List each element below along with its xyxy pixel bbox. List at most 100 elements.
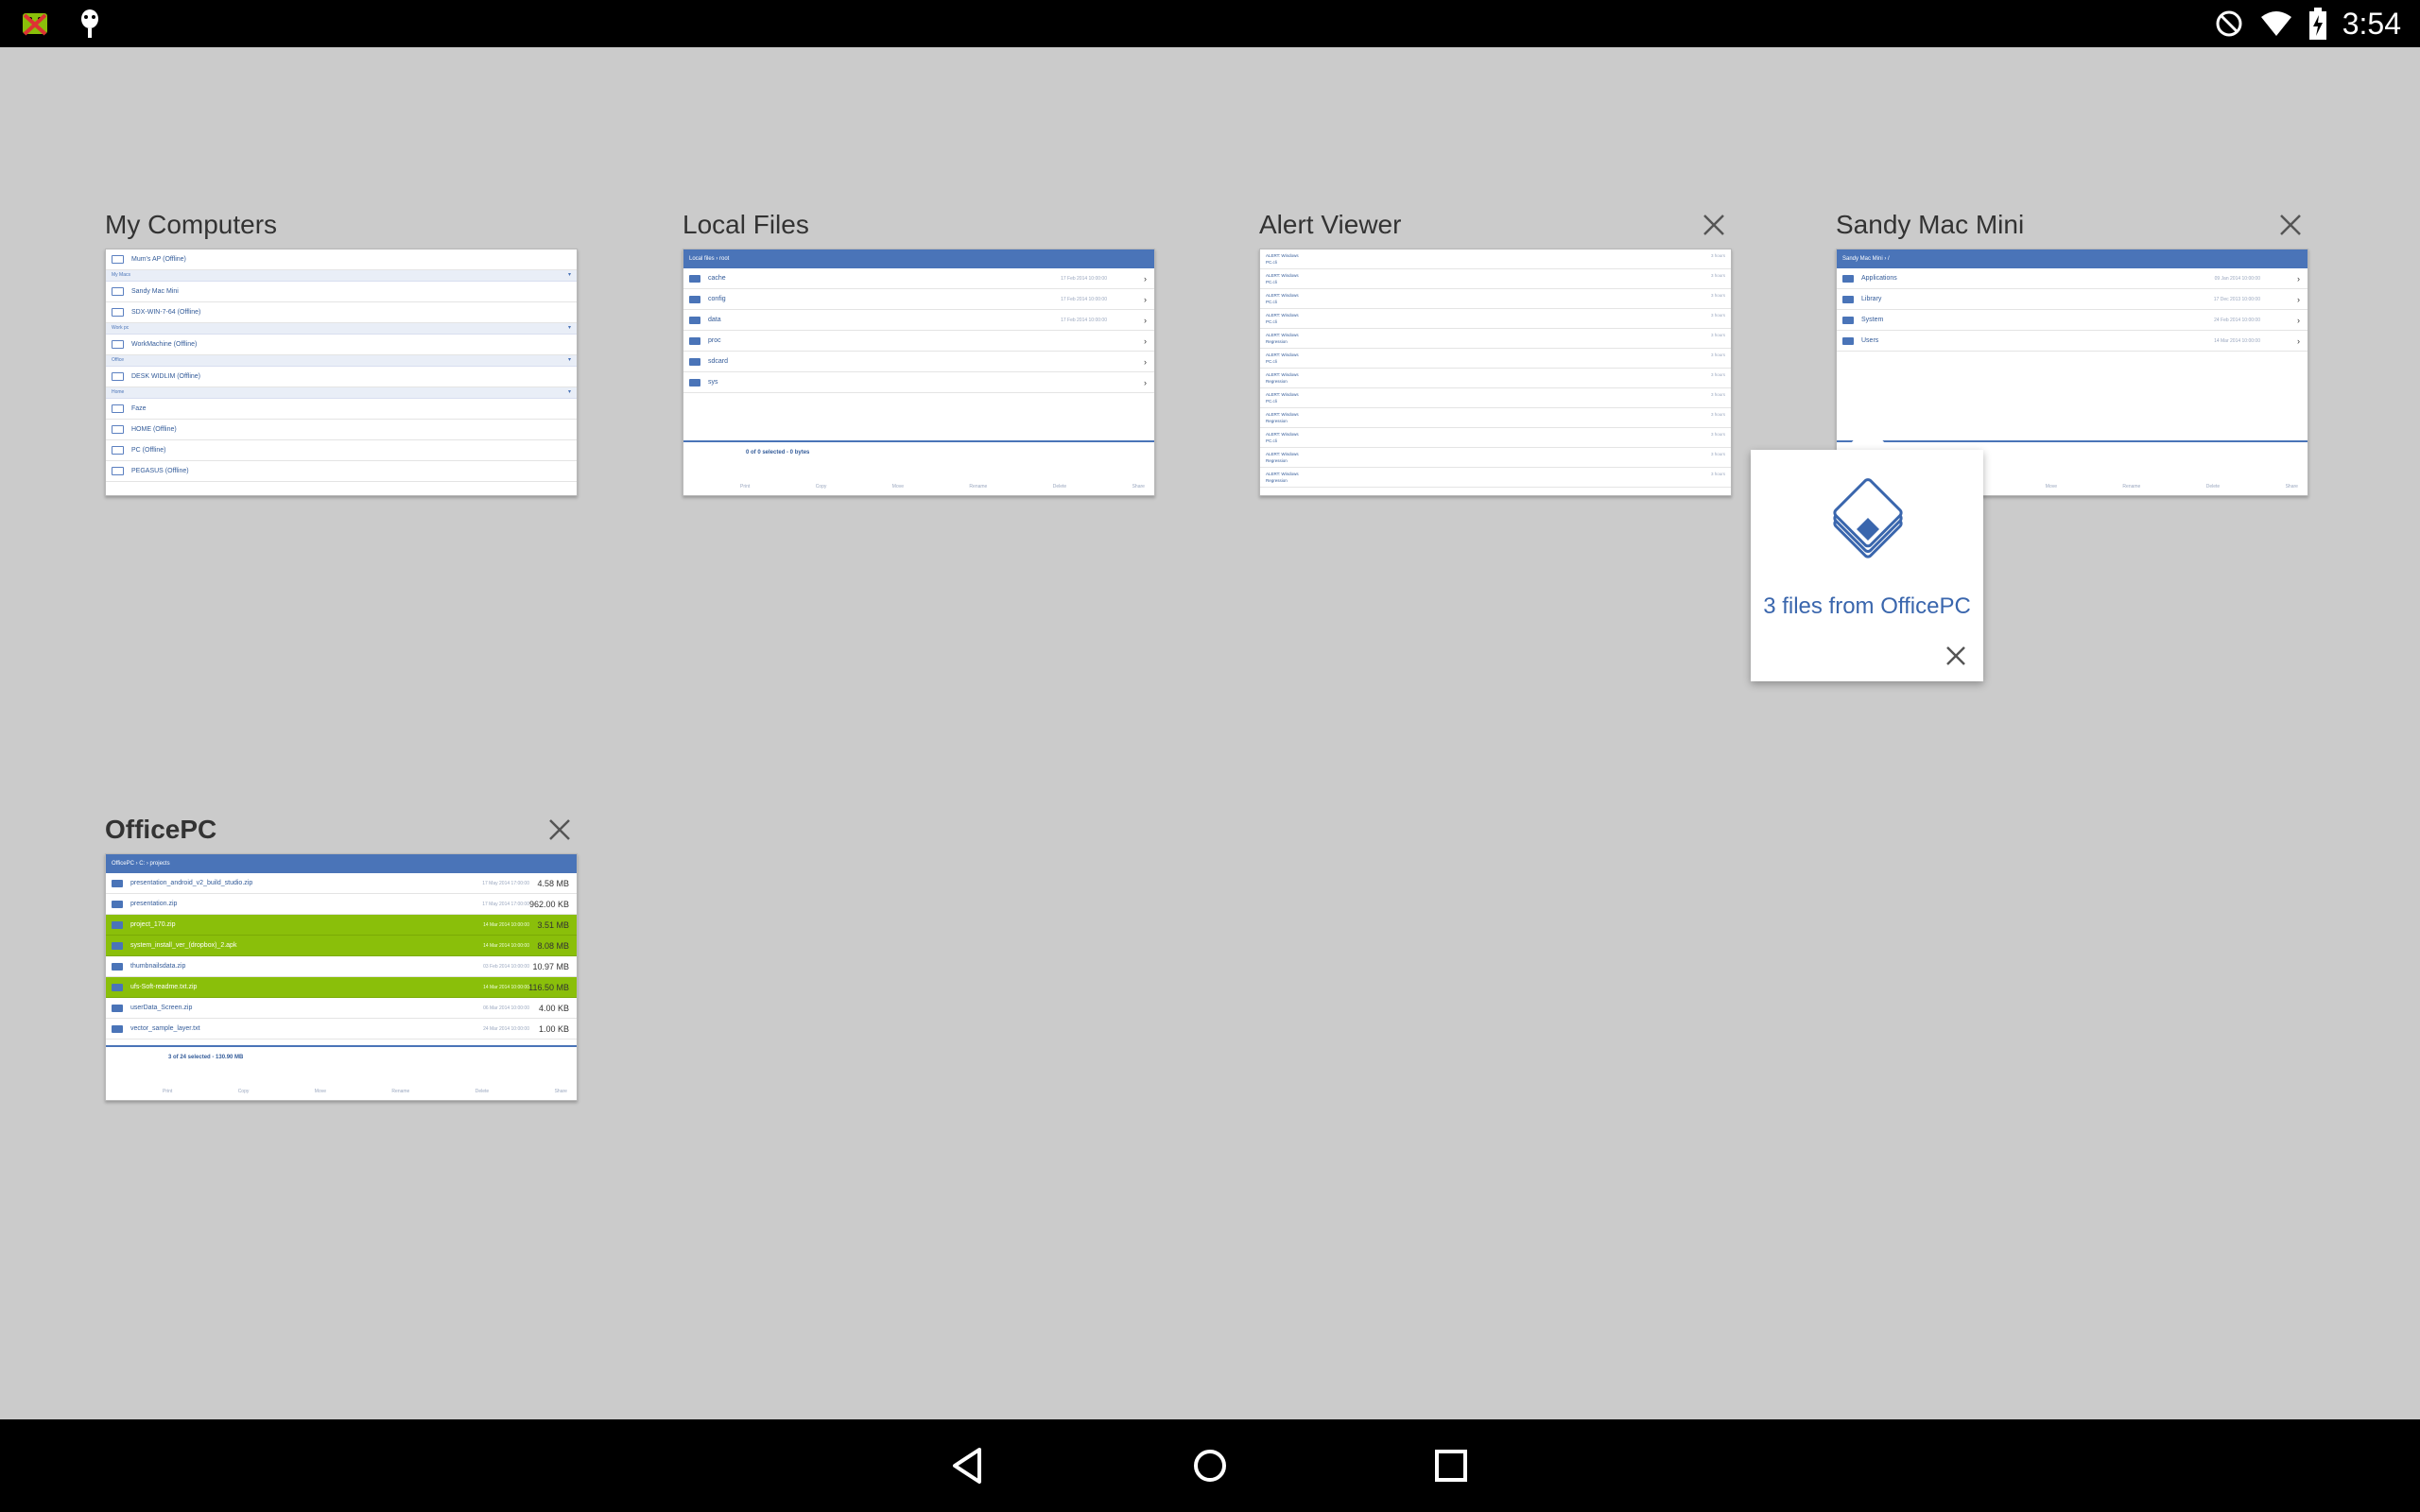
close-icon[interactable] <box>2276 211 2305 239</box>
app-thumbnail[interactable]: Local files › root cache 17 Feb 2014 10:00… <box>683 249 1155 496</box>
table-row[interactable]: sdcard › <box>683 352 1154 372</box>
table-row[interactable]: config 17 Feb 2014 10:00:00 › <box>683 289 1154 310</box>
list-item-label: Sandy Mac Mini <box>131 288 179 295</box>
table-row[interactable]: data 17 Feb 2014 10:00:00 › <box>683 310 1154 331</box>
action-copy[interactable]: Copy <box>238 1089 250 1094</box>
action-rename[interactable]: Rename <box>969 484 987 490</box>
list-item[interactable]: DESK WIDLIM (Offline) <box>106 367 577 387</box>
list-item[interactable]: HOME (Offline) <box>106 420 577 440</box>
file-name: Applications <box>1861 275 1897 282</box>
close-icon[interactable] <box>545 816 574 844</box>
alert-title: ALERT: Windows <box>1266 392 1299 397</box>
alert-item[interactable]: ALERT: Windows PC.cli 3 hours <box>1260 269 1731 289</box>
recent-app-card-officepc[interactable]: OfficePC OfficePC › C: › projects present… <box>105 806 578 1101</box>
breadcrumb[interactable]: OfficePC › C: › projects <box>106 854 577 873</box>
list-item[interactable]: WorkMachine (Offline) <box>106 335 577 355</box>
alert-item[interactable]: ALERT: Windows PC.cli 3 hours <box>1260 349 1731 369</box>
close-icon[interactable] <box>1700 211 1728 239</box>
alert-title: ALERT: Windows <box>1266 253 1299 258</box>
transfer-popup[interactable]: 3 files from OfficePC <box>1751 450 1983 681</box>
recent-app-card-my-computers[interactable]: My Computers Mum's AP (Offline) My Macs Sa… <box>105 201 578 496</box>
alert-item[interactable]: ALERT: Windows PC.cli 3 hours <box>1260 289 1731 309</box>
action-footer: 3 of 24 selected - 130.90 MB Print Copy Mov… <box>106 1045 577 1100</box>
file-name: data <box>708 317 721 323</box>
file-date: 17 May 2014 17:00:00 <box>482 880 529 886</box>
table-row[interactable]: presentation.zip 17 May 2014 17:00:00 962.… <box>106 894 577 915</box>
table-row[interactable]: proc › <box>683 331 1154 352</box>
alert-item[interactable]: ALERT: Windows Regression 3 hours <box>1260 468 1731 488</box>
app-thumbnail[interactable]: Mum's AP (Offline) My Macs Sandy Mac Mini S… <box>105 249 578 496</box>
action-share[interactable]: Share <box>1132 484 1145 490</box>
list-item[interactable]: Mum's AP (Offline) <box>106 249 577 270</box>
table-row[interactable]: cache 17 Feb 2014 10:00:00 › <box>683 268 1154 289</box>
app-thumbnail[interactable]: ALERT: Windows PC.cli 3 hours ALERT: Window… <box>1259 249 1732 496</box>
chevron-right-icon: › <box>2297 294 2300 304</box>
list-item[interactable]: Sandy Mac Mini <box>106 282 577 302</box>
table-row[interactable]: ufs-Soft-readme.txt.zip 14 Mar 2014 10:00… <box>106 977 577 998</box>
home-icon[interactable] <box>1186 1442 1234 1489</box>
table-row[interactable]: system_install_ver_(dropbox)_2.apk 14 Mar… <box>106 936 577 956</box>
alert-time: 3 hours <box>1710 313 1725 318</box>
app-thumbnail[interactable]: OfficePC › C: › projects presentation_and… <box>105 853 578 1101</box>
alert-item[interactable]: ALERT: Windows Regression 3 hours <box>1260 369 1731 388</box>
recents-icon[interactable] <box>1427 1442 1475 1489</box>
action-move[interactable]: Move <box>2046 484 2057 490</box>
action-move[interactable]: Move <box>892 484 904 490</box>
list-item[interactable]: Faze <box>106 399 577 420</box>
recent-app-card-alert-viewer[interactable]: Alert Viewer ALERT: Windows PC.cli 3 hours… <box>1259 201 1732 496</box>
action-delete[interactable]: Delete <box>2206 484 2220 490</box>
table-row[interactable]: sys › <box>683 372 1154 393</box>
table-row[interactable]: userData_Screen.zip 06 Mar 2014 10:00:00 4… <box>106 998 577 1019</box>
alert-item[interactable]: ALERT: Windows PC.cli 3 hours <box>1260 388 1731 408</box>
alert-item[interactable]: ALERT: Windows PC.cli 3 hours <box>1260 428 1731 448</box>
alert-item[interactable]: ALERT: Windows Regression 3 hours <box>1260 329 1731 349</box>
file-name: vector_sample_layer.txt <box>130 1025 200 1032</box>
table-row[interactable]: System 24 Feb 2014 10:00:00 › <box>1837 310 2308 331</box>
table-row[interactable]: presentation_android_v2_build_studio.zip… <box>106 873 577 894</box>
chevron-right-icon: › <box>1144 335 1147 346</box>
table-row[interactable]: Applications 09 Jan 2014 10:00:00 › <box>1837 268 2308 289</box>
alert-title: ALERT: Windows <box>1266 372 1299 377</box>
file-date: 14 Mar 2014 10:00:00 <box>483 984 529 990</box>
breadcrumb[interactable]: Local files › root <box>683 249 1154 268</box>
table-row[interactable]: thumbnailsdata.zip 03 Feb 2014 10:00:00 10… <box>106 956 577 977</box>
list-item-label: SDX-WIN-7-64 (Offline) <box>131 309 201 316</box>
list-item-label: Faze <box>131 405 147 412</box>
alert-time: 3 hours <box>1710 392 1725 397</box>
file-name: project_170.zip <box>130 921 176 928</box>
alert-item[interactable]: ALERT: Windows PC.cli 3 hours <box>1260 249 1731 269</box>
list-item[interactable]: PC (Offline) <box>106 440 577 461</box>
alert-item[interactable]: ALERT: Windows PC.cli 3 hours <box>1260 309 1731 329</box>
action-rename[interactable]: Rename <box>2122 484 2140 490</box>
action-copy[interactable]: Copy <box>816 484 827 490</box>
action-move[interactable]: Move <box>315 1089 326 1094</box>
action-delete[interactable]: Delete <box>1053 484 1066 490</box>
action-rename[interactable]: Rename <box>391 1089 409 1094</box>
action-share[interactable]: Share <box>2286 484 2298 490</box>
alert-item[interactable]: ALERT: Windows Regression 3 hours <box>1260 448 1731 468</box>
file-date: 09 Jan 2014 10:00:00 <box>2214 275 2260 282</box>
selection-summary: 3 of 24 selected - 130.90 MB <box>168 1055 244 1060</box>
folder-icon <box>112 879 123 887</box>
recent-app-card-local-files[interactable]: Local Files Local files › root cache 17 Fe… <box>683 201 1155 496</box>
alert-source: Regression <box>1266 379 1288 384</box>
table-row[interactable]: vector_sample_layer.txt 24 Mar 2014 10:00… <box>106 1019 577 1040</box>
file-name: config <box>708 296 726 302</box>
action-print[interactable]: Print <box>740 484 750 490</box>
action-print[interactable]: Print <box>163 1089 172 1094</box>
breadcrumb[interactable]: Sandy Mac Mini › / <box>1837 249 2308 268</box>
action-delete[interactable]: Delete <box>475 1089 489 1094</box>
table-row[interactable]: Users 14 Mar 2014 10:00:00 › <box>1837 331 2308 352</box>
chevron-right-icon: › <box>1144 315 1147 325</box>
list-item[interactable]: PEGASUS (Offline) <box>106 461 577 482</box>
selection-summary: 0 of 0 selected - 0 bytes <box>746 450 810 455</box>
action-share[interactable]: Share <box>555 1089 567 1094</box>
back-icon[interactable] <box>945 1442 993 1489</box>
file-size: 962.00 KB <box>528 899 569 909</box>
table-row[interactable]: Library 17 Dec 2013 10:00:00 › <box>1837 289 2308 310</box>
list-item[interactable]: SDX-WIN-7-64 (Offline) <box>106 302 577 323</box>
file-name: ufs-Soft-readme.txt.zip <box>130 984 198 990</box>
alert-item[interactable]: ALERT: Windows Regression 3 hours <box>1260 408 1731 428</box>
table-row[interactable]: project_170.zip 14 Mar 2014 10:00:00 3.51 … <box>106 915 577 936</box>
close-icon[interactable] <box>1944 644 1968 668</box>
